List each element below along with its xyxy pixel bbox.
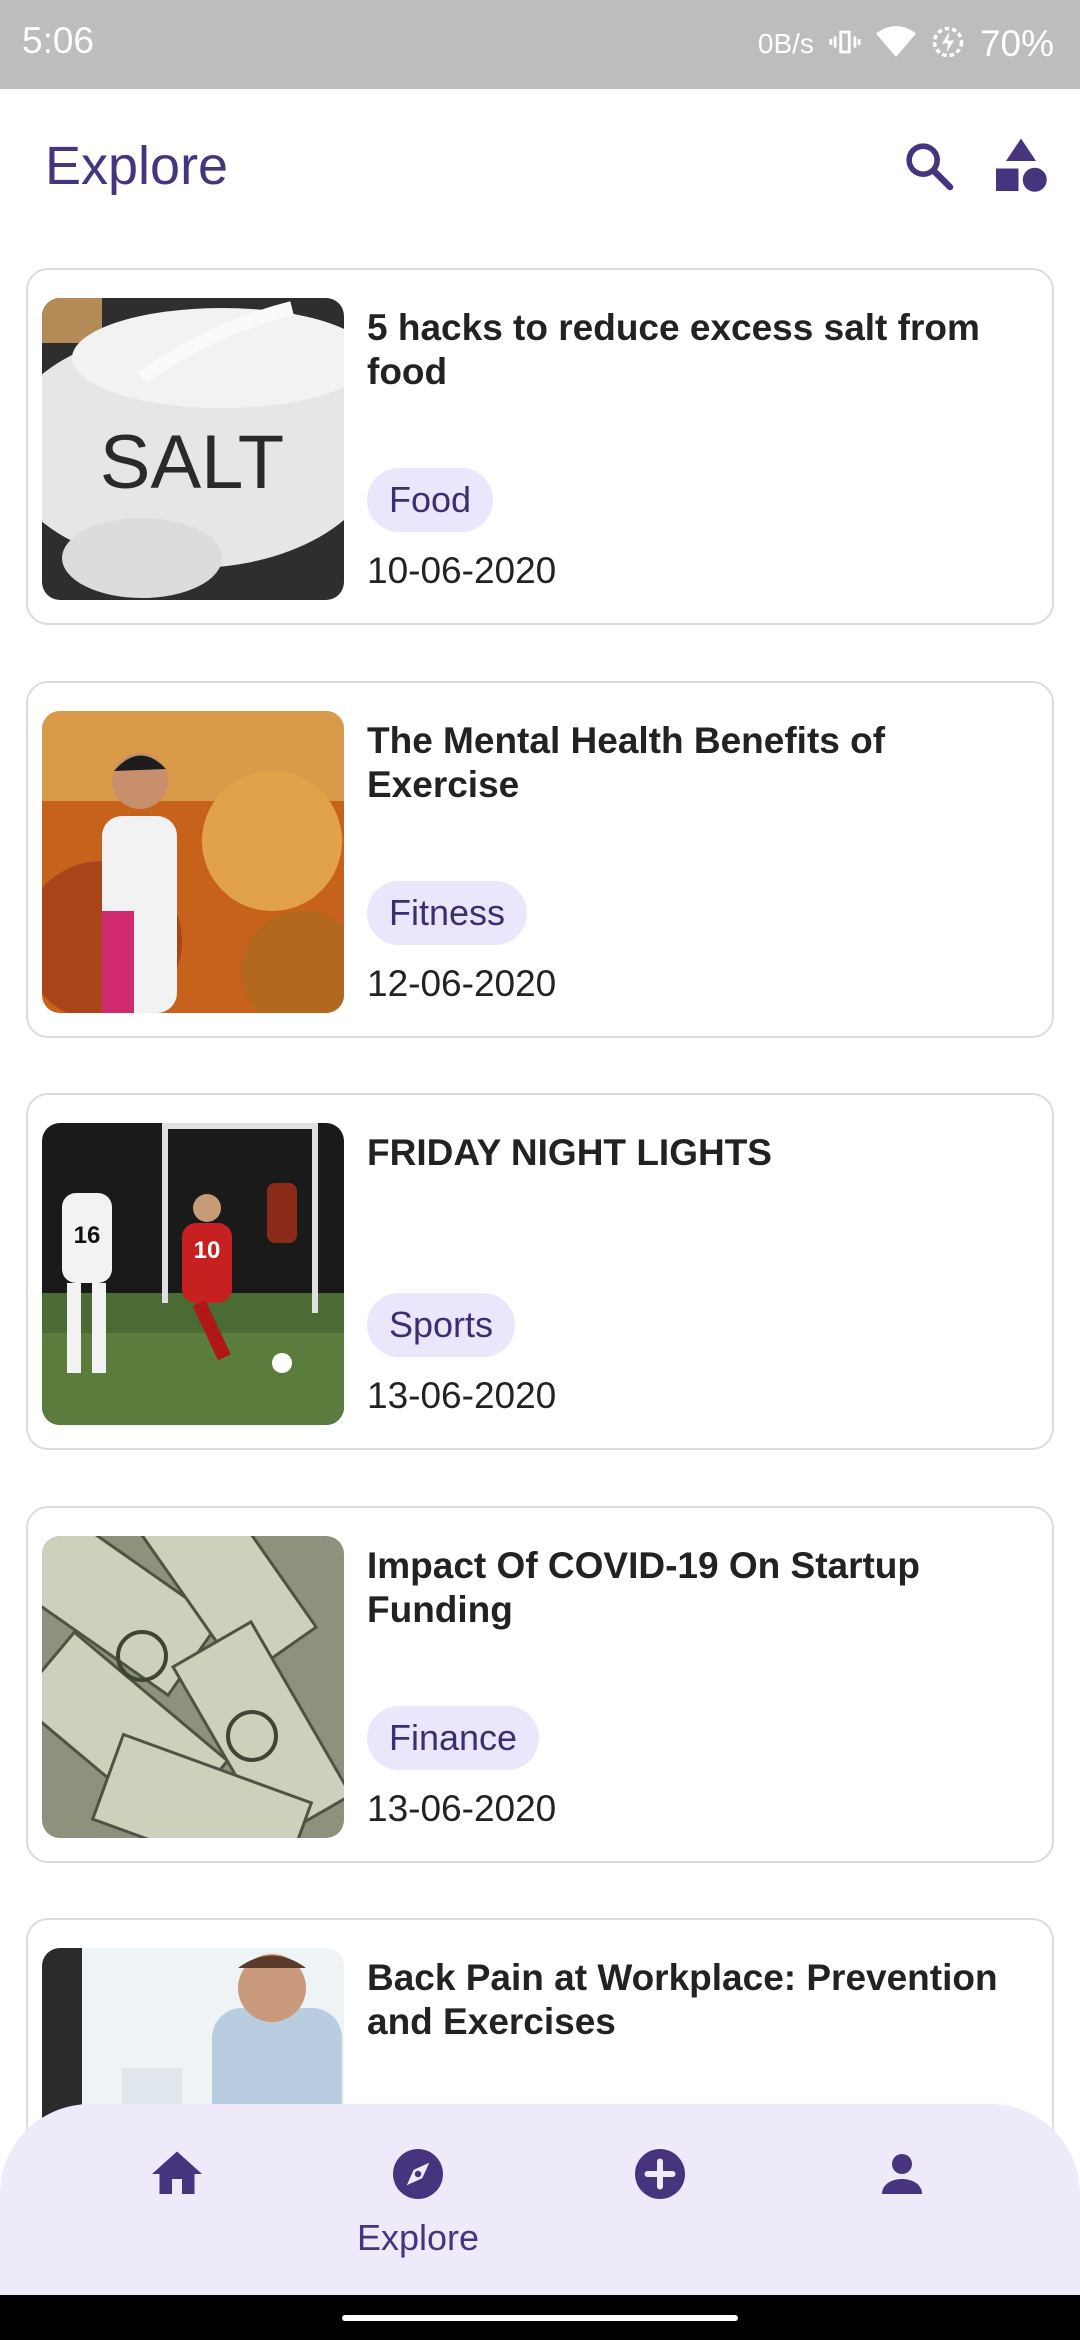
categories-icon xyxy=(991,136,1051,201)
nav-home[interactable] xyxy=(77,2144,277,2274)
article-title: FRIDAY NIGHT LIGHTS xyxy=(367,1132,772,1173)
article-date: 10-06-2020 xyxy=(367,550,557,591)
nav-explore-label: Explore xyxy=(356,2217,480,2258)
category-chip[interactable]: Sports xyxy=(367,1293,516,1357)
status-time: 5:06 xyxy=(22,20,95,61)
article-image-salt: SALT xyxy=(42,298,344,600)
vibrate-icon xyxy=(828,25,862,64)
categories-button[interactable] xyxy=(988,135,1054,201)
nav-add[interactable] xyxy=(560,2144,760,2274)
article-date: 13-06-2020 xyxy=(367,1375,557,1416)
article-card[interactable]: SALT 5 hacks to reduce excess salt from … xyxy=(26,268,1054,625)
category-chip[interactable]: Fitness xyxy=(367,881,528,945)
article-date: 13-06-2020 xyxy=(367,1788,557,1829)
person-icon xyxy=(872,2144,932,2209)
article-date: 12-06-2020 xyxy=(367,963,557,1004)
article-image-money xyxy=(42,1536,344,1838)
article-card[interactable]: The Mental Health Benefits of Exercise F… xyxy=(26,681,1054,1038)
add-circle-icon xyxy=(630,2144,690,2209)
article-image-runner xyxy=(42,711,344,1013)
salt-text: SALT xyxy=(100,420,284,505)
data-rate: 0B/s xyxy=(757,28,814,59)
battery-percent: 70% xyxy=(979,23,1054,64)
jersey-number-16: 16 xyxy=(74,1222,101,1249)
article-card[interactable]: 16 10 FRIDAY NIGHT LIGHTS Sports 13-06-2… xyxy=(26,1093,1054,1450)
search-icon xyxy=(901,138,957,199)
search-button[interactable] xyxy=(896,135,962,201)
home-icon xyxy=(147,2144,207,2209)
wifi-icon xyxy=(875,25,916,64)
jersey-number-10: 10 xyxy=(194,1237,221,1264)
compass-icon xyxy=(388,2144,448,2209)
home-gesture-handle[interactable] xyxy=(342,2315,738,2321)
status-icons: 0B/s 70% xyxy=(758,18,1054,70)
category-chip[interactable]: Food xyxy=(367,468,494,532)
nav-profile[interactable] xyxy=(802,2144,1002,2274)
gesture-bar xyxy=(0,2295,1080,2340)
article-title: Impact Of COVID-19 On Startup Funding xyxy=(367,1545,921,1630)
app-bar: Explore xyxy=(0,89,1080,245)
article-title: The Mental Health Benefits of Exercise xyxy=(367,720,886,805)
article-title: Back Pain at Workplace: Prevention and E… xyxy=(367,1957,998,2042)
article-image-football: 16 10 xyxy=(42,1123,344,1425)
page-title: Explore xyxy=(45,136,229,196)
bottom-navigation: Explore xyxy=(0,2104,1080,2295)
article-card[interactable]: Impact Of COVID-19 On Startup Funding Fi… xyxy=(26,1506,1054,1863)
status-bar: 5:06 0B/s 70% xyxy=(0,0,1080,89)
category-chip[interactable]: Finance xyxy=(367,1706,540,1770)
battery-saver-icon xyxy=(930,24,966,65)
article-title: 5 hacks to reduce excess salt from food xyxy=(367,307,980,392)
nav-explore[interactable]: Explore xyxy=(318,2144,518,2274)
